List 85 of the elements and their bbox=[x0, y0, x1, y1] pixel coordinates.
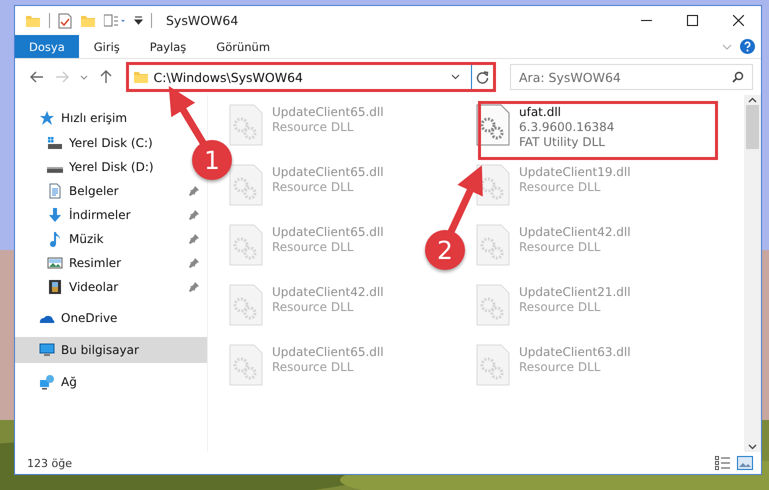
file-description: Resource DLL bbox=[272, 180, 354, 195]
file-description: Resource DLL bbox=[519, 300, 602, 315]
picture-icon bbox=[47, 255, 63, 271]
ribbon-tab[interactable]: Dosya bbox=[15, 35, 79, 58]
ribbon-tab[interactable]: Paylaş bbox=[134, 35, 202, 58]
file-name: UpdateClient42.dll bbox=[272, 285, 384, 300]
file-description: Resource DLL bbox=[272, 300, 354, 315]
dll-file-icon bbox=[475, 283, 511, 327]
dll-file-icon bbox=[475, 343, 511, 387]
sidebar-item[interactable]: Yerel Disk (D:) bbox=[15, 155, 162, 179]
item-count: 123 öğe bbox=[27, 456, 72, 470]
folder-icon bbox=[132, 69, 149, 85]
drive-icon bbox=[47, 135, 63, 151]
star-icon bbox=[39, 110, 55, 126]
pin-icon bbox=[189, 234, 199, 244]
file-name: UpdateClient63.dll bbox=[519, 345, 631, 360]
minimize-icon bbox=[640, 20, 652, 21]
file-name: UpdateClient65.dll bbox=[272, 105, 384, 120]
file-name: UpdateClient42.dll bbox=[519, 225, 631, 240]
file-description: Resource DLL bbox=[272, 240, 354, 255]
file-description: Resource DLL bbox=[519, 180, 602, 195]
file-description: FAT Utility DLL bbox=[519, 135, 606, 150]
dll-file-icon bbox=[228, 223, 264, 267]
refresh-icon bbox=[476, 70, 489, 84]
file-name: UpdateClient65.dll bbox=[272, 165, 384, 180]
properties-icon[interactable] bbox=[58, 12, 72, 28]
up-arrow-icon bbox=[100, 70, 112, 84]
sidebar-item[interactable]: Resimler bbox=[15, 251, 207, 275]
file-version: 6.3.9600.16384 bbox=[519, 120, 614, 135]
large-icons-view-icon[interactable] bbox=[737, 456, 753, 470]
pin-icon bbox=[189, 186, 199, 196]
scrollbar[interactable] bbox=[744, 95, 761, 452]
pin-icon bbox=[189, 258, 199, 268]
file-name: ufat.dll bbox=[519, 105, 562, 120]
window-title: SysWOW64 bbox=[166, 13, 238, 28]
computer-icon bbox=[39, 342, 55, 358]
file-description: Resource DLL bbox=[519, 240, 602, 255]
film-icon bbox=[47, 279, 63, 295]
dll-file-icon bbox=[228, 163, 264, 207]
sidebar-item[interactable]: Hızlı erişim bbox=[15, 105, 136, 131]
pin-icon bbox=[189, 282, 199, 292]
address-bar[interactable]: C:\Windows\SysWOW64 bbox=[126, 62, 496, 92]
sidebar-item[interactable]: Ağ bbox=[15, 369, 85, 395]
view-options-icon[interactable] bbox=[104, 14, 126, 28]
file-description: Resource DLL bbox=[519, 360, 602, 375]
sidebar-item[interactable]: Bu bilgisayar bbox=[15, 337, 207, 363]
file-name: UpdateClient19.dll bbox=[519, 165, 631, 180]
customize-caret-icon[interactable] bbox=[134, 16, 143, 26]
dll-file-icon bbox=[228, 283, 264, 327]
download-arrow-icon bbox=[47, 207, 63, 223]
search-field[interactable]: Ara: SysWOW64 bbox=[510, 64, 753, 90]
file-description: Resource DLL bbox=[272, 120, 354, 135]
music-note-icon bbox=[47, 231, 63, 247]
sidebar-item[interactable]: İndirmeler bbox=[15, 203, 207, 227]
maximize-icon bbox=[686, 15, 698, 26]
ribbon-tab[interactable]: Giriş bbox=[78, 35, 135, 58]
dll-file-icon bbox=[475, 103, 511, 147]
sidebar-item[interactable]: Müzik bbox=[15, 227, 207, 251]
sidebar-item[interactable]: Videolar bbox=[15, 275, 207, 299]
sidebar-item[interactable]: OneDrive bbox=[15, 305, 126, 331]
pin-icon bbox=[189, 210, 199, 220]
back-arrow-icon bbox=[30, 71, 44, 83]
ribbon-tab[interactable]: Görünüm bbox=[201, 35, 286, 58]
chevron-down-icon bbox=[450, 74, 460, 80]
document-icon bbox=[47, 183, 63, 199]
search-icon bbox=[732, 71, 744, 83]
sidebar-item[interactable]: Yerel Disk (C:) bbox=[15, 131, 161, 155]
chevron-up-icon[interactable] bbox=[748, 97, 757, 103]
close-icon bbox=[732, 15, 744, 26]
dll-file-icon bbox=[228, 103, 264, 147]
file-name: UpdateClient65.dll bbox=[272, 225, 384, 240]
help-icon[interactable] bbox=[740, 39, 755, 54]
caret-icon bbox=[80, 74, 88, 80]
scrollbar-thumb[interactable] bbox=[746, 105, 759, 149]
network-icon bbox=[39, 374, 55, 390]
file-description: Resource DLL bbox=[272, 360, 354, 375]
dll-file-icon bbox=[475, 223, 511, 267]
dll-file-icon bbox=[228, 343, 264, 387]
chevron-down-icon[interactable] bbox=[748, 444, 757, 450]
forward-arrow-icon bbox=[55, 71, 70, 83]
sidebar-item[interactable]: Belgeler bbox=[15, 179, 207, 203]
drive-icon bbox=[47, 167, 63, 173]
details-view-icon[interactable] bbox=[715, 456, 731, 470]
file-name: UpdateClient65.dll bbox=[272, 345, 384, 360]
file-name: UpdateClient21.dll bbox=[519, 285, 631, 300]
